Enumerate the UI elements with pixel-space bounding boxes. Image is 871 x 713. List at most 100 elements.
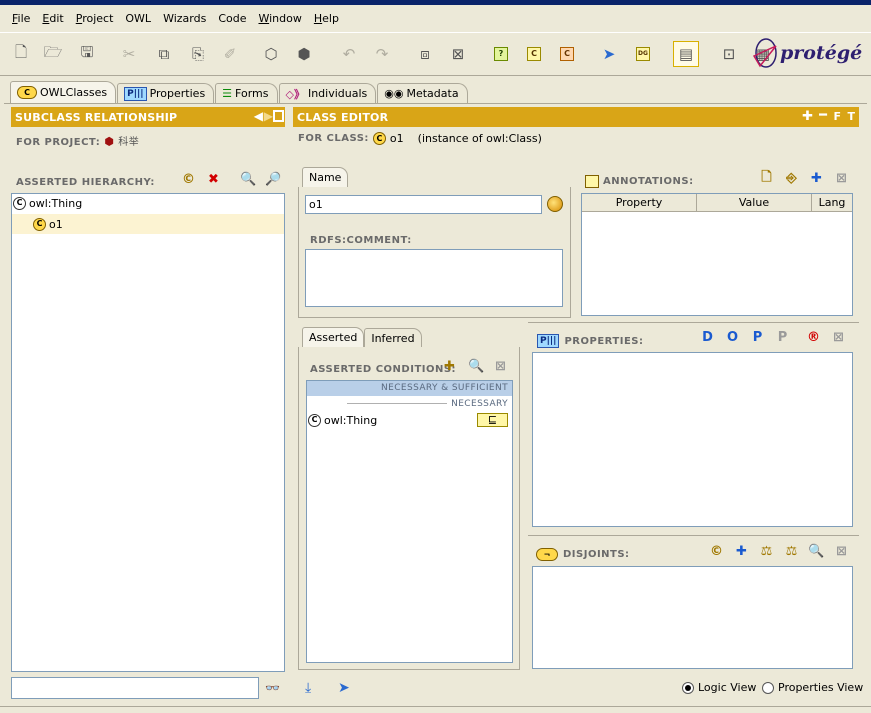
add-property-icon[interactable]: P bbox=[749, 329, 766, 346]
class-editor-title: CLASS EDITOR bbox=[297, 110, 389, 124]
tree-node-owl-thing[interactable]: C owl:Thing bbox=[12, 194, 82, 212]
find-class-icon[interactable]: 🔍 bbox=[240, 171, 257, 188]
add-disjoint-icon[interactable]: © bbox=[708, 543, 725, 560]
remove-property-icon[interactable]: P bbox=[774, 329, 791, 346]
tab-metadata-label: Metadata bbox=[406, 87, 459, 100]
t-icon[interactable]: T bbox=[847, 110, 855, 123]
properties-view-radio[interactable]: Properties View bbox=[762, 681, 863, 694]
tab-name-label: Name bbox=[309, 171, 342, 184]
menu-help[interactable]: Help bbox=[314, 12, 339, 25]
undo-icon[interactable]: ↶ bbox=[338, 43, 360, 65]
menu-code[interactable]: Code bbox=[218, 12, 246, 25]
create-object-property-icon[interactable]: O bbox=[724, 329, 741, 346]
search-disjoint-icon[interactable]: 🔍 bbox=[808, 543, 825, 560]
class-name-field[interactable] bbox=[305, 195, 542, 214]
asserted-hierarchy-label: ASSERTED HIERARCHY: bbox=[16, 177, 155, 188]
menu-owl[interactable]: OWL bbox=[125, 12, 151, 25]
nav-back-icon[interactable]: ◀ bbox=[254, 109, 263, 123]
delete-annotation-icon[interactable]: ⊠ bbox=[833, 170, 850, 187]
nav-forward-icon[interactable]: ▶ bbox=[264, 109, 273, 123]
run-icon[interactable]: ➤ bbox=[598, 43, 620, 65]
insert-class-icon[interactable]: ⬡ bbox=[260, 43, 282, 65]
class-icon: C bbox=[17, 86, 37, 99]
new-project-icon[interactable]: 🗋 bbox=[10, 43, 32, 65]
tab-asserted-label: Asserted bbox=[309, 331, 358, 344]
download-icon[interactable]: ⤓ bbox=[305, 680, 311, 696]
add-annotation-icon[interactable]: 🗋 bbox=[758, 170, 775, 187]
tab-forms[interactable]: ☰ Forms bbox=[215, 83, 278, 103]
menu-window[interactable]: Window bbox=[258, 12, 301, 25]
class-editor-title-bar: CLASS EDITOR bbox=[293, 107, 859, 127]
add-condition-icon[interactable]: ✚ bbox=[441, 358, 458, 375]
condition-row[interactable]: C owl:Thing ⊑ bbox=[307, 411, 512, 429]
annotations-header: ANNOTATIONS: bbox=[585, 175, 694, 188]
copy-icon[interactable]: ⧉ bbox=[153, 43, 175, 65]
create-datatype-property-icon[interactable]: D bbox=[699, 329, 716, 346]
clear-icon[interactable]: ✐ bbox=[219, 43, 241, 65]
tab-metadata[interactable]: ◉◉ Metadata bbox=[377, 83, 468, 103]
remove-class-icon[interactable]: ⬢ bbox=[293, 43, 315, 65]
column-lang[interactable]: Lang bbox=[812, 194, 852, 212]
asserted-conditions-label: ASSERTED CONDITIONS: bbox=[310, 364, 457, 375]
open-project-icon[interactable]: 🗁 bbox=[42, 43, 64, 65]
add-icon[interactable]: ✚ bbox=[802, 109, 813, 124]
remove-icon[interactable]: ━ bbox=[819, 108, 827, 123]
check-consistency-icon[interactable]: ? bbox=[490, 43, 512, 65]
tab-name[interactable]: Name bbox=[302, 167, 349, 187]
frame-icon[interactable]: ⊡ bbox=[718, 43, 740, 65]
create-subclass-icon[interactable]: © bbox=[180, 171, 197, 188]
tab-individuals[interactable]: ◇》 Individuals bbox=[278, 83, 377, 103]
logic-view-radio[interactable]: Logic View bbox=[682, 681, 756, 694]
doc-icon[interactable]: ▤ bbox=[673, 41, 699, 67]
tree-node-o1[interactable]: C o1 bbox=[12, 214, 284, 234]
dig-icon[interactable]: DG bbox=[632, 43, 654, 65]
remove-all-siblings-icon[interactable]: ⚖ bbox=[783, 543, 800, 560]
maximize-icon[interactable] bbox=[273, 110, 284, 122]
column-property[interactable]: Property bbox=[582, 194, 697, 212]
save-project-icon[interactable]: 🖫 bbox=[76, 43, 98, 65]
move-icon[interactable]: ⧈ bbox=[414, 43, 436, 65]
f-icon[interactable]: F bbox=[833, 110, 841, 123]
tab-properties[interactable]: P||| Properties bbox=[117, 83, 215, 103]
restriction-icon[interactable]: ® bbox=[805, 329, 822, 346]
rdfs-comment-label: RDFS:COMMENT: bbox=[310, 235, 412, 246]
class-search-input[interactable] bbox=[11, 677, 259, 699]
necessary-label: NECESSARY bbox=[451, 398, 508, 409]
tab-inferred[interactable]: Inferred bbox=[364, 328, 422, 347]
add-all-siblings-icon[interactable]: ⚖ bbox=[758, 543, 775, 560]
globe-icon[interactable] bbox=[547, 196, 563, 212]
delete-disjoint-icon[interactable]: ⊠ bbox=[833, 543, 850, 560]
compute-inferred-icon[interactable]: C bbox=[556, 43, 578, 65]
menu-edit[interactable]: Edit bbox=[42, 12, 63, 25]
delete-class-icon[interactable]: ✖ bbox=[205, 171, 222, 188]
menu-file[interactable]: File bbox=[12, 12, 30, 25]
delete-icon[interactable]: ⊠ bbox=[447, 43, 469, 65]
name-panel: RDFS:COMMENT: bbox=[298, 187, 571, 318]
column-value[interactable]: Value bbox=[697, 194, 812, 212]
search-binoculars-icon[interactable]: 👓 bbox=[265, 681, 280, 695]
find-usage-icon[interactable]: 🔎 bbox=[265, 171, 282, 188]
tabs-divider bbox=[4, 103, 867, 104]
menu-wizards[interactable]: Wizards bbox=[163, 12, 206, 25]
property-icon: P||| bbox=[124, 86, 147, 101]
menu-project[interactable]: Project bbox=[76, 12, 114, 25]
cut-icon[interactable]: ✂ bbox=[118, 43, 140, 65]
property-icon: P||| bbox=[537, 334, 560, 348]
delete-property-icon[interactable]: ⊠ bbox=[830, 329, 847, 346]
tab-owlclasses[interactable]: C OWLClasses bbox=[10, 81, 117, 103]
classify-icon[interactable]: C bbox=[523, 43, 545, 65]
forward-arrow-icon[interactable]: ➤ bbox=[338, 680, 350, 696]
add-disjoint-expression-icon[interactable]: ✚ bbox=[733, 543, 750, 560]
paste-icon[interactable]: ⎘ bbox=[187, 43, 209, 65]
class-icon: C bbox=[308, 413, 321, 427]
add-datatype-annotation-icon[interactable]: ⎆ bbox=[783, 170, 800, 187]
annotations-table-header: Property Value Lang bbox=[582, 194, 852, 212]
tab-asserted[interactable]: Asserted bbox=[302, 327, 365, 347]
conditions-list: NECESSARY & SUFFICIENT NECESSARY C owl:T… bbox=[306, 380, 513, 663]
search-condition-icon[interactable]: 🔍 bbox=[468, 358, 485, 375]
delete-condition-icon[interactable]: ⊠ bbox=[492, 358, 509, 375]
rdfs-comment-field[interactable] bbox=[305, 249, 563, 307]
annotations-label: ANNOTATIONS: bbox=[603, 176, 694, 187]
add-instance-annotation-icon[interactable]: ✚ bbox=[808, 170, 825, 187]
redo-icon[interactable]: ↷ bbox=[371, 43, 393, 65]
